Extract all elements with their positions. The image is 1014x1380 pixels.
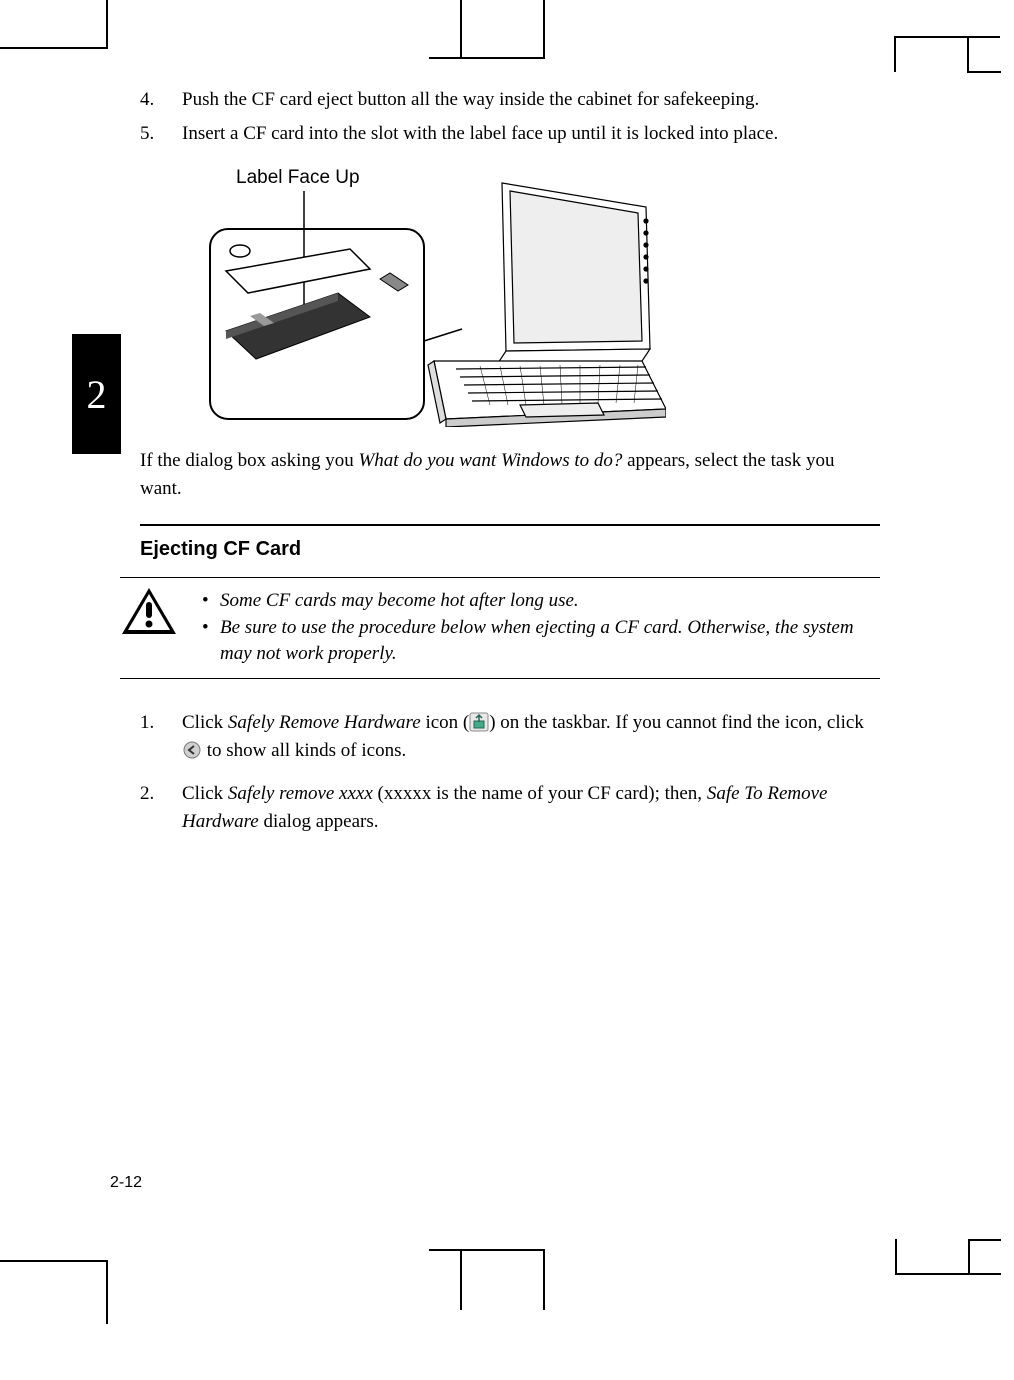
list-item: 4. Push the CF card eject button all the… [140,86,880,114]
note-line: Be sure to use the procedure below when … [220,615,880,668]
list-item: 2. Click Safely remove xxxx (xxxxx is th… [140,780,880,837]
warning-icon [120,586,178,636]
chapter-number: 2 [87,371,107,418]
step-text: Click Safely remove xxxx (xxxxx is the n… [182,780,880,837]
step-number: 1. [140,709,182,766]
step-text: Click Safely Remove Hardware icon () on … [182,709,880,766]
step-number: 5. [140,120,182,148]
laptop-cf-figure: Label Face Up [190,161,666,427]
section-heading: Ejecting CF Card [140,538,880,561]
warning-text: •Some CF cards may become hot after long… [202,586,880,668]
step-text: Push the CF card eject button all the wa… [182,86,880,114]
note-line: Some CF cards may become hot after long … [220,588,579,615]
chapter-tab: 2 [72,334,121,454]
text: If the dialog box asking you [140,450,358,471]
dialog-note: If the dialog box asking you What do you… [140,447,880,502]
section-divider [140,524,880,526]
step-number: 4. [140,86,182,114]
laptop-illustration [190,161,666,427]
page-number: 2-12 [110,1174,142,1192]
list-item: 1. Click Safely Remove Hardware icon () … [140,709,880,766]
instruction-list-bottom: 1. Click Safely Remove Hardware icon () … [140,709,880,837]
step-text: Insert a CF card into the slot with the … [182,120,880,148]
safely-remove-hardware-icon [469,712,489,732]
show-hidden-icons-icon [182,740,202,760]
figure-label: Label Face Up [236,167,360,189]
list-item: 5. Insert a CF card into the slot with t… [140,120,880,148]
instruction-list-top: 4. Push the CF card eject button all the… [140,86,880,147]
dialog-title: What do you want Windows to do? [358,450,622,471]
step-number: 2. [140,780,182,837]
warning-note: •Some CF cards may become hot after long… [120,577,880,679]
